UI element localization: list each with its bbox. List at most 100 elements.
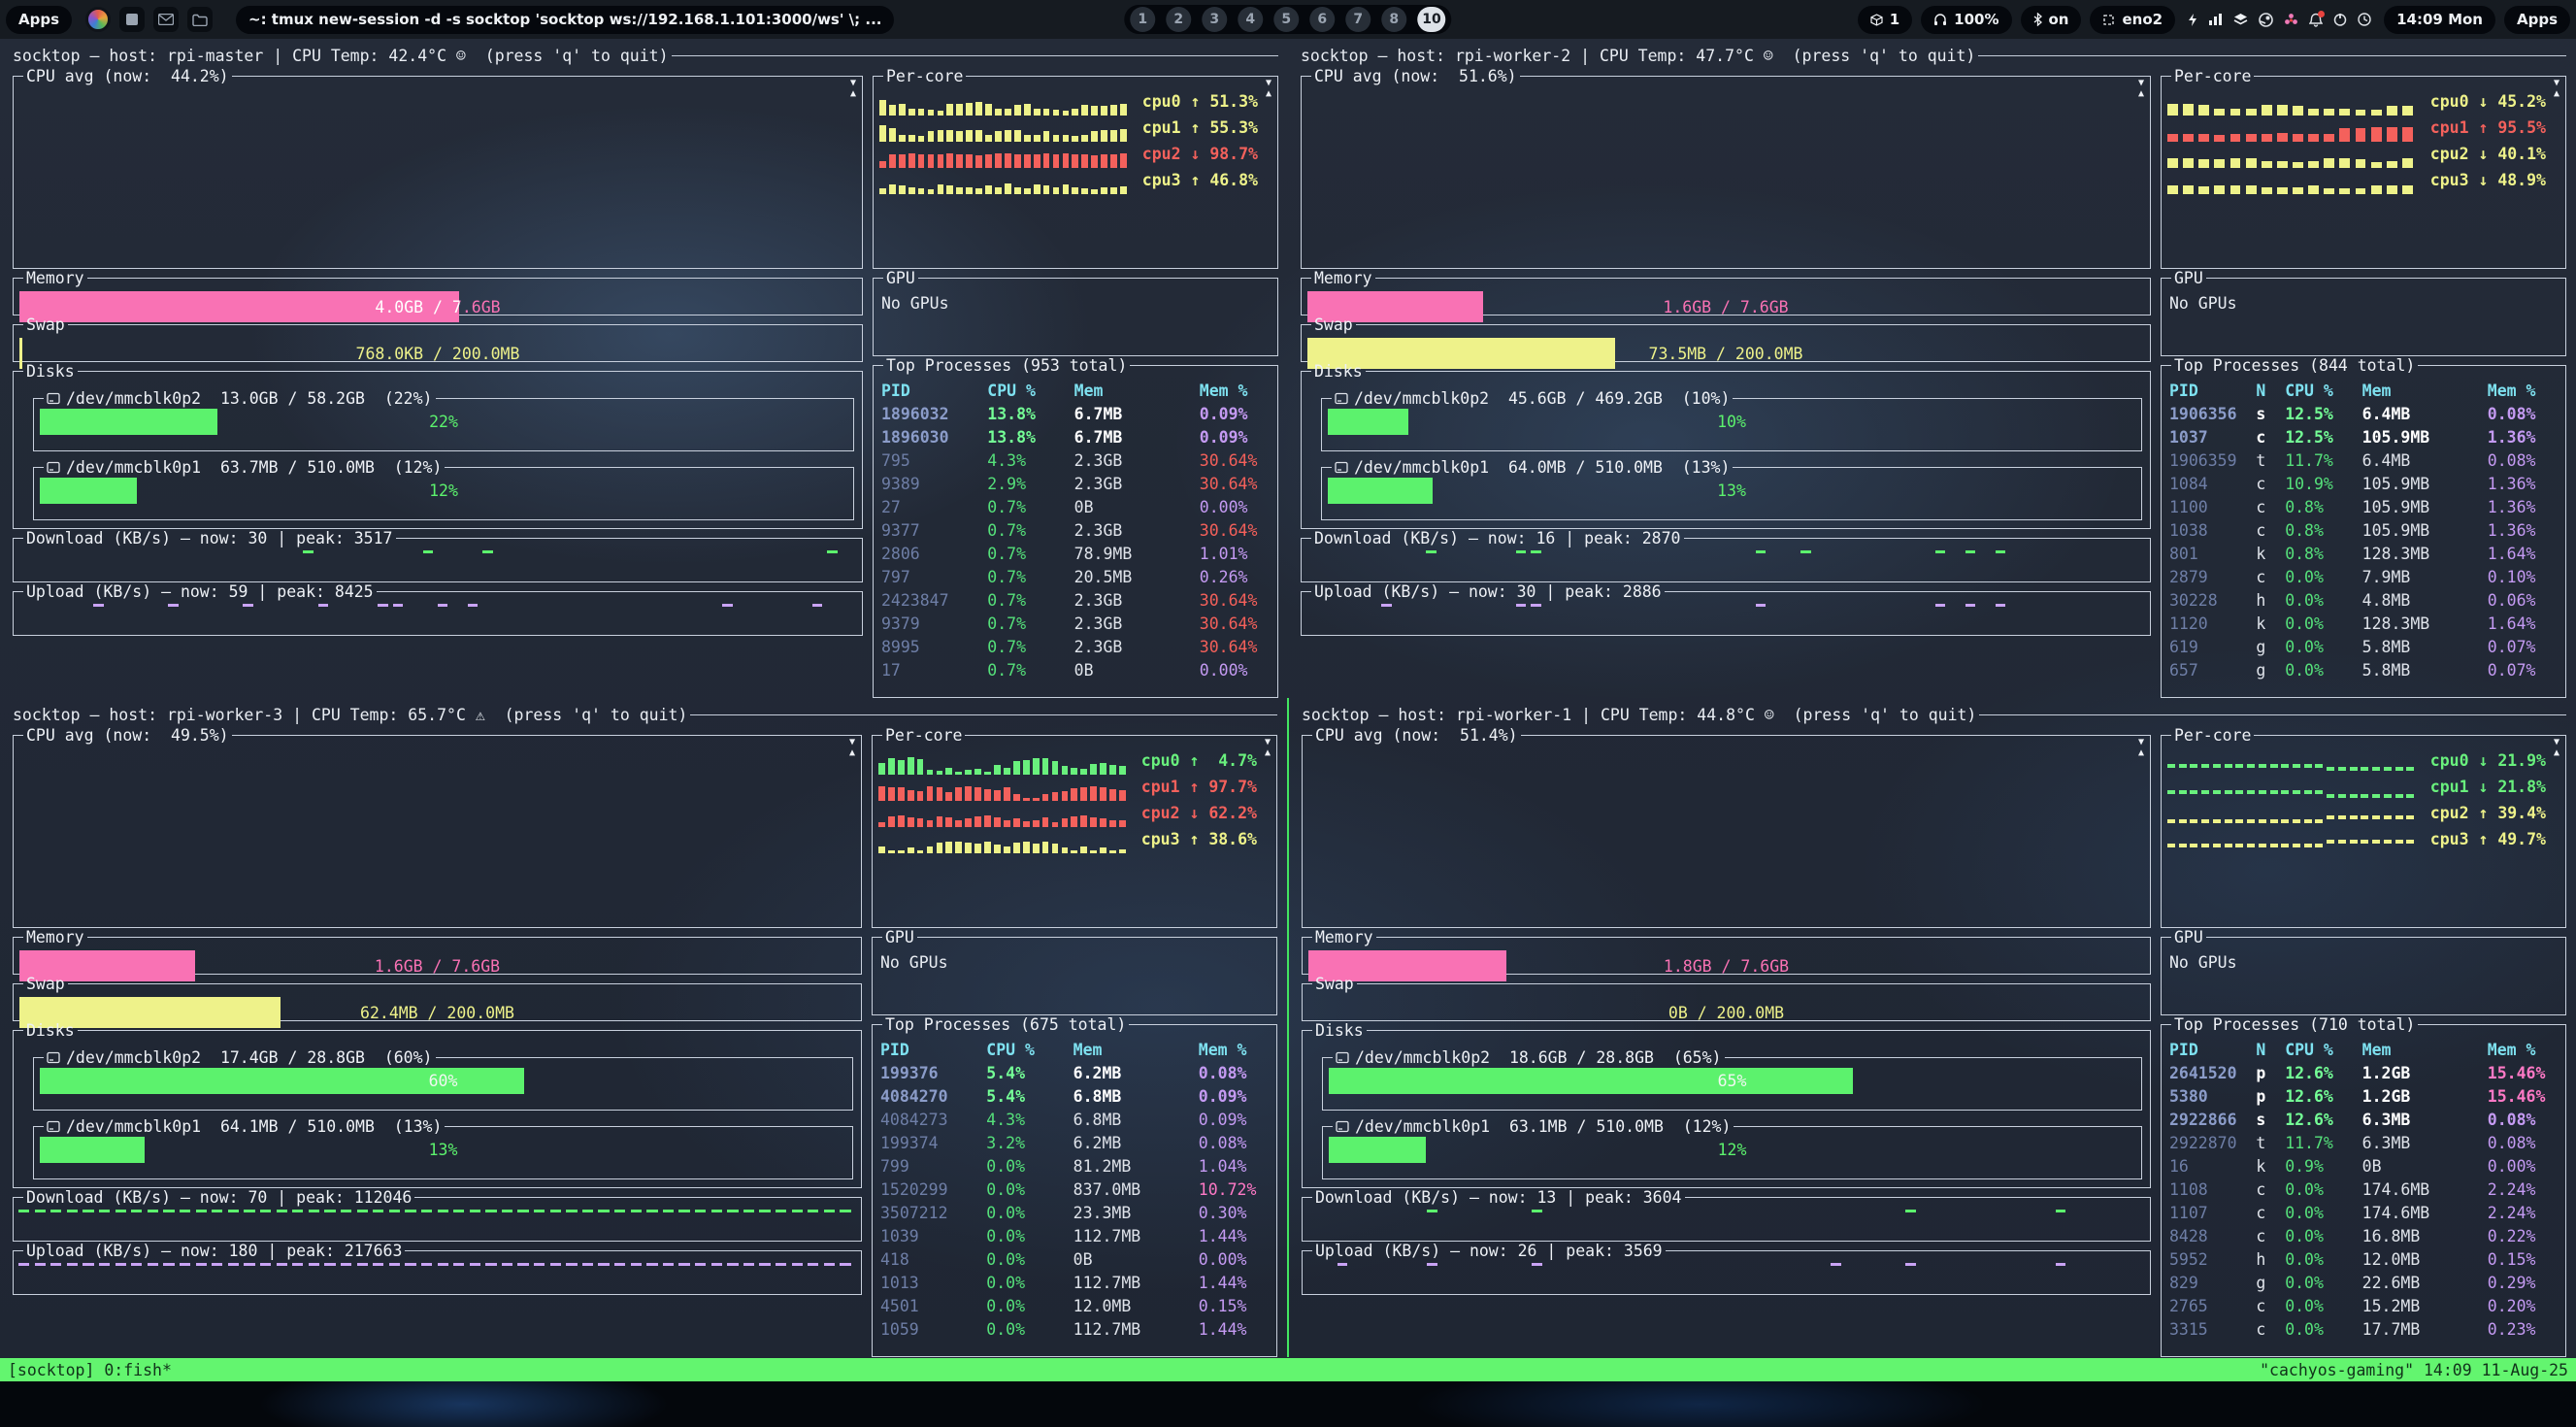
apps-button[interactable]: Apps [6, 6, 72, 34]
swap-label: Swap [23, 315, 68, 334]
window-icon[interactable] [119, 7, 145, 32]
core-label: cpu1 ↑ 95.5% [2430, 118, 2546, 137]
core-label: cpu0 ↓ 45.2% [2430, 92, 2546, 111]
top-processes-label: Top Processes (710 total) [2171, 1015, 2418, 1034]
pane-title-text: socktop — host: rpi-worker-3 | CPU Temp:… [13, 706, 687, 724]
scroll-up-icon[interactable]: ▲ [2134, 88, 2148, 99]
window-title[interactable]: ~: tmux new-session -d -s socktop 'sockt… [236, 6, 894, 34]
socktop-pane[interactable]: socktop — host: rpi-master | CPU Temp: 4… [0, 39, 1288, 698]
disk-icon [47, 392, 60, 405]
process-table: PIDCPU %MemMem %1993765.4%6.2MB0.08%4084… [880, 1038, 1269, 1352]
process-row: 1084c10.9%105.9MB1.36% [2169, 472, 2558, 495]
process-row: 189603213.8%6.7MB0.09% [881, 402, 1270, 425]
socktop-pane[interactable]: socktop — host: rpi-worker-3 | CPU Temp:… [0, 698, 1287, 1357]
resource-monitor-icon[interactable] [2208, 13, 2223, 26]
volume-indicator[interactable]: 100% [1921, 6, 2011, 34]
clock[interactable]: 14:09 Mon [2384, 6, 2495, 34]
socktop-pane[interactable]: socktop — host: rpi-worker-2 | CPU Temp:… [1288, 39, 2576, 698]
steam-icon[interactable] [2259, 13, 2273, 27]
mail-icon[interactable] [153, 7, 179, 32]
process-row: 10390.0%112.7MB1.44% [880, 1224, 1269, 1247]
flatpak-icon[interactable] [2284, 13, 2298, 27]
process-row: 93770.7%2.3GB30.64% [881, 518, 1270, 542]
workspace-button[interactable]: 2 [1166, 7, 1191, 32]
scroll-down-icon[interactable]: ▼ [2134, 78, 2148, 88]
pane-title-text: socktop — host: rpi-worker-2 | CPU Temp:… [1301, 47, 1975, 65]
notifications-icon[interactable] [2309, 13, 2323, 27]
swap-label: Swap [23, 975, 68, 993]
scroll-up-icon[interactable]: ▲ [846, 88, 860, 99]
bluetooth-indicator[interactable]: on [2021, 6, 2082, 34]
workspace-button[interactable]: 8 [1381, 7, 1406, 32]
workspace-button[interactable]: 1 [1130, 7, 1155, 32]
scroll-down-icon[interactable]: ▼ [2550, 78, 2563, 88]
disk-label: /dev/mmcblk0p2 13.0GB / 58.2GB (22%) [66, 389, 433, 408]
percore-box: Per-core cpu0 ↓ 45.2%cpu1 ↑ 95.5%cpu2 ↓ … [2161, 67, 2566, 269]
disk-label: /dev/mmcblk0p1 64.1MB / 510.0MB (13%) [66, 1117, 442, 1136]
apps-button-right[interactable]: Apps [2504, 6, 2570, 34]
scroll-down-icon[interactable]: ▼ [1261, 737, 1274, 747]
core-row: cpu2 ↓ 98.7% [879, 143, 1258, 169]
workspace-button[interactable]: 5 [1273, 7, 1299, 32]
history-icon[interactable] [2358, 13, 2371, 26]
gpu-status: No GPUs [879, 289, 1271, 317]
workspace-button[interactable]: 6 [1309, 7, 1335, 32]
workspace-button[interactable]: 3 [1202, 7, 1227, 32]
top-processes-box: Top Processes (675 total) PIDCPU %MemMem… [872, 1015, 1277, 1357]
scroll-up-icon[interactable]: ▲ [2134, 747, 2148, 758]
gpu-box: GPU No GPUs [2161, 928, 2566, 1015]
workspace-button[interactable]: 4 [1238, 7, 1263, 32]
network-indicator[interactable]: eno2 [2090, 6, 2175, 34]
scroll-down-icon[interactable]: ▼ [846, 78, 860, 88]
gpu-label: GPU [883, 269, 918, 287]
workspace-button[interactable]: 10 [1417, 7, 1445, 32]
workspace-button[interactable]: 7 [1345, 7, 1371, 32]
gpu-box: GPU No GPUs [872, 928, 1277, 1015]
process-row: 1107c0.0%174.6MB2.24% [2169, 1201, 2558, 1224]
pane-title: socktop — host: rpi-worker-2 | CPU Temp:… [1301, 45, 2566, 67]
package-indicator[interactable]: 1 [1858, 6, 1912, 34]
process-table: PIDNCPU %MemMem %1906356s12.5%6.4MB0.08%… [2169, 379, 2558, 693]
scroll-up-icon[interactable]: ▲ [2550, 88, 2563, 99]
scroll-up-icon[interactable]: ▲ [1262, 88, 1275, 99]
core-row: cpu2 ↓ 40.1% [2167, 143, 2546, 169]
power-profile-icon[interactable] [2188, 13, 2197, 27]
layers-icon[interactable] [2233, 13, 2248, 26]
socktop-pane[interactable]: socktop — host: rpi-worker-1 | CPU Temp:… [1289, 698, 2576, 1357]
top-processes-box: Top Processes (953 total) PIDCPU %MemMem… [873, 356, 1278, 698]
pane-title-text: socktop — host: rpi-master | CPU Temp: 4… [13, 47, 669, 65]
gpu-label: GPU [2171, 928, 2206, 946]
process-row: 1906356s12.5%6.4MB0.08% [2169, 402, 2558, 425]
percore-label: Per-core [882, 726, 965, 745]
disk-item: /dev/mmcblk0p1 64.1MB / 510.0MB (13%) 13… [33, 1117, 853, 1179]
scroll-up-icon[interactable]: ▲ [845, 747, 859, 758]
percore-label: Per-core [2171, 726, 2254, 745]
process-table-header: PIDCPU %MemMem % [880, 1038, 1269, 1061]
process-row: 7970.7%20.5MB0.26% [881, 565, 1270, 588]
tmux-session-window[interactable]: [socktop] 0:fish* [8, 1361, 172, 1379]
disk-item: /dev/mmcblk0p1 63.7MB / 510.0MB (12%) 12… [33, 458, 854, 520]
files-icon[interactable] [187, 7, 213, 32]
disk-icon [47, 1120, 60, 1133]
scroll-down-icon[interactable]: ▼ [2134, 737, 2148, 747]
cpu-avg-label: CPU avg (now: 51.4%) [1312, 726, 1521, 745]
disk-gauge: 12%12% [40, 478, 847, 504]
power-icon[interactable] [2333, 13, 2347, 26]
percore-box: Per-core cpu0 ↑ 51.3%cpu1 ↑ 55.3%cpu2 ↓ … [873, 67, 1278, 269]
core-label: cpu2 ↓ 40.1% [2430, 145, 2546, 163]
tmux-host-clock: "cachyos-gaming" 14:09 11-Aug-25 [2260, 1361, 2568, 1379]
disk-gauge: 60%60% [40, 1068, 846, 1094]
app-grid-icon[interactable] [85, 7, 111, 32]
scroll-down-icon[interactable]: ▼ [1262, 78, 1275, 88]
top-processes-box: Top Processes (710 total) PIDNCPU %MemMe… [2161, 1015, 2566, 1357]
scroll-up-icon[interactable]: ▲ [1261, 747, 1274, 758]
scroll-down-icon[interactable]: ▼ [845, 737, 859, 747]
tmux-row-top: socktop — host: rpi-master | CPU Temp: 4… [0, 39, 2576, 698]
disks-label: Disks [23, 362, 78, 381]
upload-label: Upload (KB/s) — now: 26 | peak: 3569 [1312, 1242, 1666, 1260]
process-table: PIDCPU %MemMem %189603213.8%6.7MB0.09%18… [881, 379, 1270, 693]
scroll-up-icon[interactable]: ▲ [2550, 747, 2563, 758]
disks-label: Disks [1312, 1021, 1367, 1040]
process-row: 1037c12.5%105.9MB1.36% [2169, 425, 2558, 448]
scroll-down-icon[interactable]: ▼ [2550, 737, 2563, 747]
